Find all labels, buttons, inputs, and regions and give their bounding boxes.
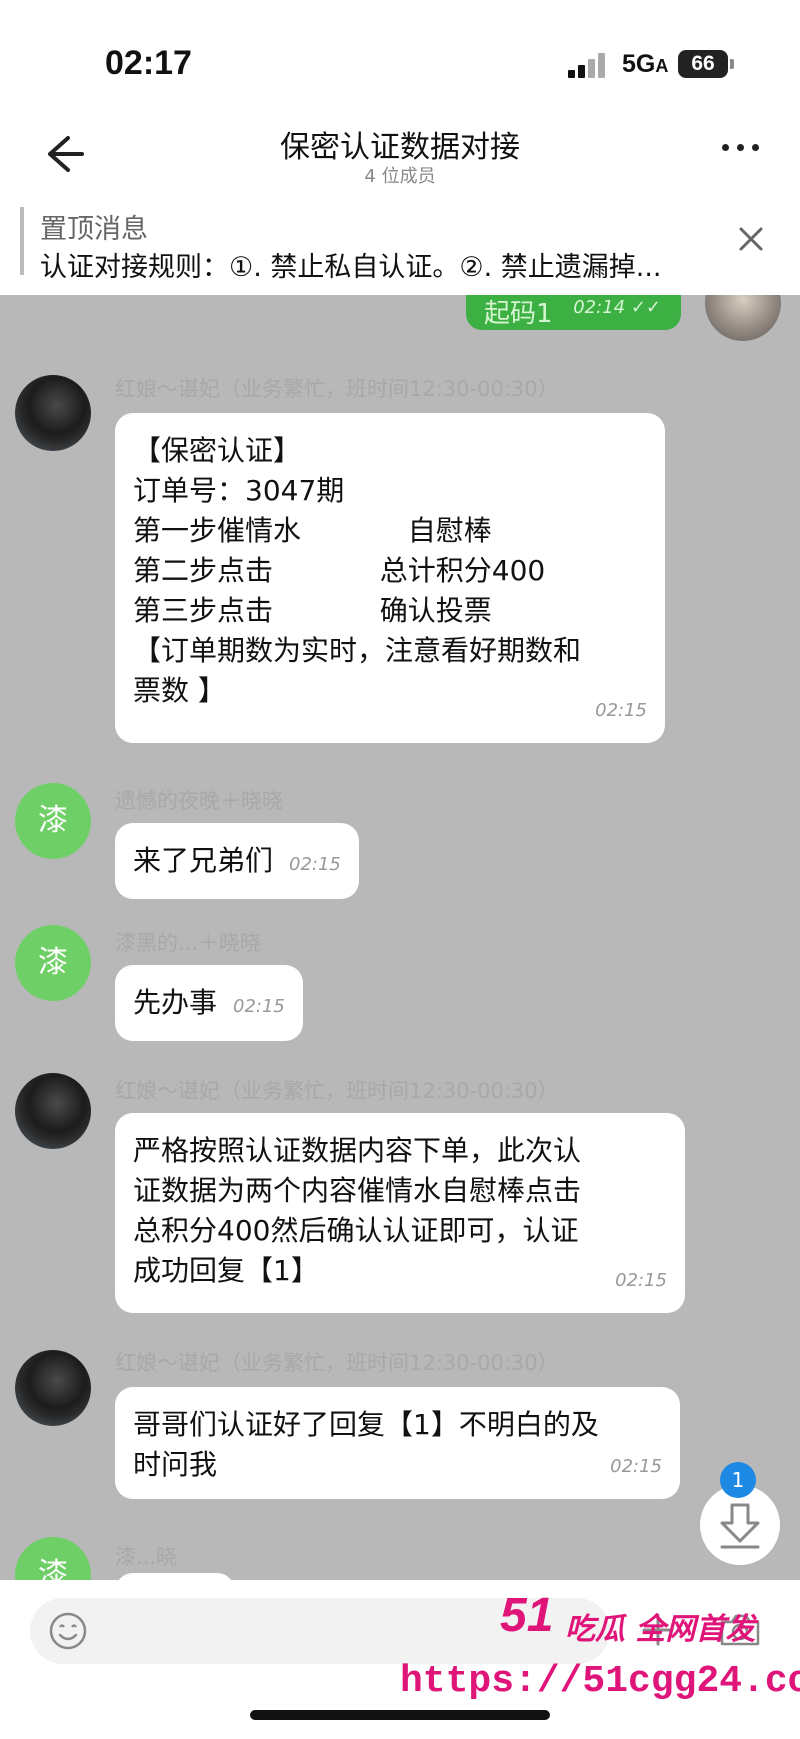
message-time: 02:15 [610,1456,662,1477]
pinned-indicator [20,207,24,275]
message-line: 严格按照认证数据内容下单，此次认 [133,1134,582,1167]
status-time: 02:17 [105,44,192,82]
message-bubble[interactable]: 严格按照认证数据内容下单，此次认 证数据为两个内容催情水自慰棒点击 总积分400… [115,1113,685,1313]
message-text: 起码1 [484,299,553,329]
pinned-label: 置顶消息 [40,214,148,245]
avatar[interactable] [15,1073,91,1149]
home-indicator [250,1710,550,1720]
message-line: 成功回复【1】 [133,1254,319,1287]
avatar[interactable] [15,1350,91,1426]
message-time: 02:15 [289,854,341,875]
watermark-tagline: 吃瓜 全网首发 [565,1612,756,1647]
pinned-text: 认证对接规则：①. 禁止私自认证。②. 禁止遗漏掉... [40,252,662,283]
close-icon[interactable] [735,223,767,255]
message-line: 第二步点击 总计积分400 [133,554,546,587]
chat-title[interactable]: 保密认证数据对接 [0,122,800,166]
chat-header: 保密认证数据对接 4 位成员 [0,110,800,195]
message-time: 02:15 [615,1270,667,1291]
sender-name[interactable]: 漆...晓 [115,1541,177,1571]
signal-icon [568,52,608,78]
message-bubble[interactable] [115,1573,235,1580]
message-time: 02:14 ✓✓ [573,297,661,318]
sender-name[interactable]: 红娘～谌妃（业务繁忙，班时间12:30-00:30） [115,1347,559,1377]
avatar[interactable]: 漆 [15,925,91,1001]
pinned-message[interactable]: 置顶消息 认证对接规则：①. 禁止私自认证。②. 禁止遗漏掉... [0,195,800,295]
message-line: 第一步催情水 自慰棒 [133,514,492,547]
message-text: 先办事 [133,986,218,1019]
network-label: 5GA [622,50,669,78]
message-line: 票数 】 [133,674,226,707]
more-options-icon[interactable] [722,140,762,154]
battery-icon: 66 [678,50,734,78]
message-line: 证数据为两个内容催情水自慰棒点击 [133,1174,582,1207]
message-line: 哥哥们认证好了回复【1】不明白的及 [133,1408,599,1441]
message-line: 订单号：3047期 [133,474,345,507]
message-bubble[interactable]: 【保密认证】 订单号：3047期 第一步催情水 自慰棒 第二步点击 总计积分40… [115,413,665,743]
message-bubble[interactable]: 来了兄弟们 02:15 [115,823,359,899]
watermark-url: https://51cgg24.com [400,1660,800,1703]
message-bubble[interactable]: 哥哥们认证好了回复【1】不明白的及 时问我 02:15 [115,1387,680,1499]
avatar[interactable] [705,295,781,341]
sender-name[interactable]: 漆黑的...＋晓晓 [115,927,261,957]
message-text: 来了兄弟们 [133,844,274,877]
emoji-icon[interactable] [48,1611,88,1651]
message-time: 02:15 [595,700,647,721]
sender-name[interactable]: 遗憾的夜晚＋晓晓 [115,785,283,815]
status-bar: 02:17 5GA 66 [0,0,800,110]
message-line: 总积分400然后确认认证即可，认证 [133,1214,579,1247]
message-time: 02:15 [233,996,285,1017]
message-line: 【订单期数为实时，注意看好期数和 [133,634,582,667]
unread-badge: 1 [720,1462,756,1498]
member-count: 4 位成员 [364,166,436,187]
outgoing-message[interactable]: 起码1 02:14 ✓✓ [466,295,681,330]
sender-name[interactable]: 红娘～谌妃（业务繁忙，班时间12:30-00:30） [115,1075,559,1105]
message-line: 第三步点击 确认投票 [133,594,492,627]
avatar[interactable] [15,375,91,451]
message-line: 时问我 [133,1448,218,1481]
message-bubble[interactable]: 先办事 02:15 [115,965,303,1041]
message-line: 【保密认证】 [133,434,302,467]
watermark-number: 51 [500,1589,554,1642]
avatar[interactable]: 漆 [15,1537,91,1580]
sender-name[interactable]: 红娘～谌妃（业务繁忙，班时间12:30-00:30） [115,373,559,403]
message-list[interactable]: 起码1 02:14 ✓✓ 红娘～谌妃（业务繁忙，班时间12:30-00:30） … [0,295,800,1580]
avatar[interactable]: 漆 [15,783,91,859]
